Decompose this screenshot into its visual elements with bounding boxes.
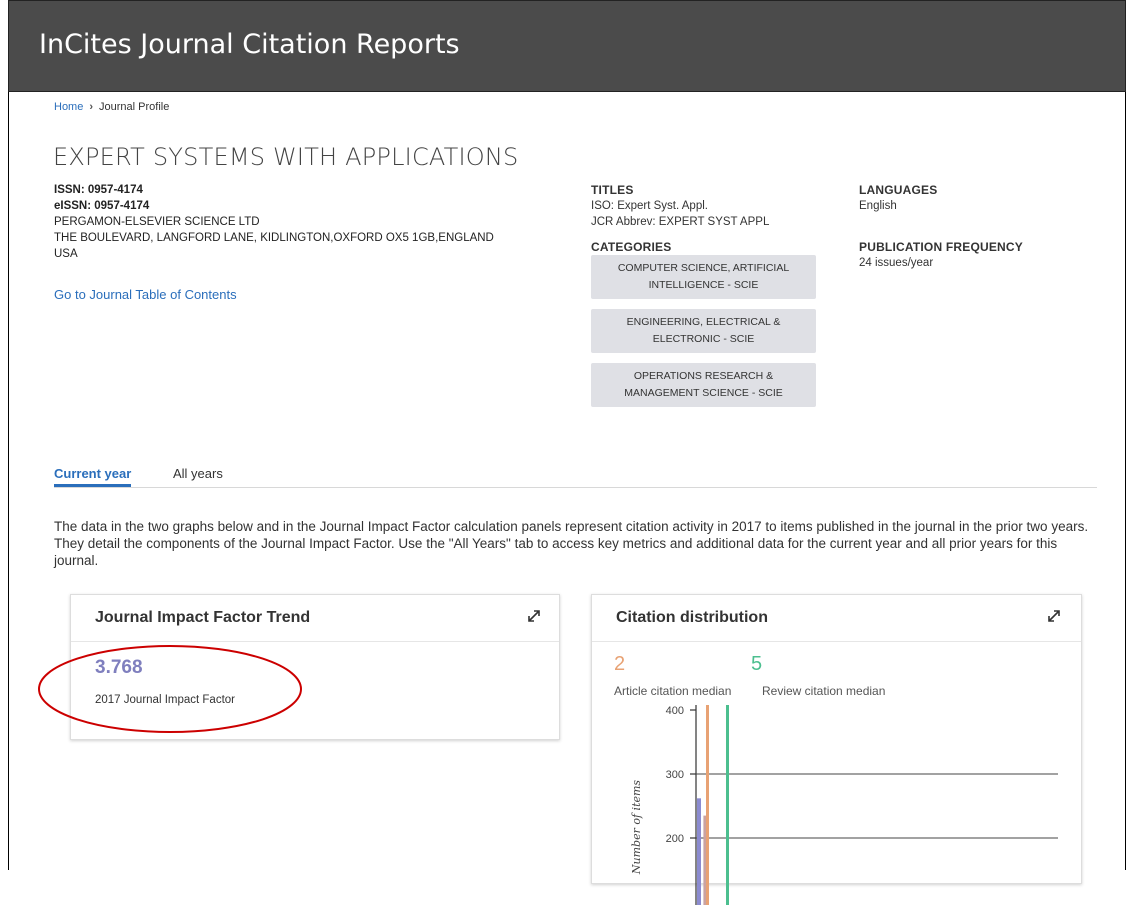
review-median-value: 5 [751, 653, 763, 675]
jcr-abbrev: JCR Abbrev: EXPERT SYST APPL [591, 216, 770, 228]
y-tick-label: 300 [666, 769, 684, 781]
citation-chart: Number of items 400 300 200 [630, 705, 1058, 905]
publisher: PERGAMON-ELSEVIER SCIENCE LTD [54, 216, 260, 228]
journal-toc-link[interactable]: Go to Journal Table of Contents [54, 287, 237, 302]
citation-card-title: Citation distribution [616, 609, 768, 626]
median-line [706, 705, 709, 905]
category-chip[interactable]: OPERATIONS RESEARCH & MANAGEMENT SCIENCE… [591, 363, 816, 407]
bar [697, 798, 701, 905]
app-header: InCites Journal Citation Reports [8, 0, 1126, 92]
citation-card-header: Citation distribution [592, 595, 1081, 642]
categories-heading: CATEGORIES [591, 240, 672, 254]
iso-title: ISO: Expert Syst. Appl. [591, 200, 708, 212]
breadcrumb-current: Journal Profile [99, 101, 170, 113]
tab-all-years[interactable]: All years [173, 466, 223, 481]
publisher-address: THE BOULEVARD, LANGFORD LANE, KIDLINGTON… [54, 232, 494, 244]
y-tick-label: 400 [666, 705, 684, 717]
citation-distribution-card: Citation distribution 2 Article citation… [591, 594, 1082, 905]
article-median-label: Article citation median [614, 684, 732, 698]
y-axis-label: Number of items [630, 780, 643, 876]
tab-current-year[interactable]: Current year [54, 466, 132, 487]
frequency-value: 24 issues/year [859, 257, 934, 269]
breadcrumb: Home › Journal Profile [54, 101, 169, 113]
annotation-ellipse [38, 645, 302, 733]
article-median-value: 2 [614, 653, 626, 675]
expand-icon[interactable] [527, 609, 541, 623]
titles-categories-column: TITLES ISO: Expert Syst. Appl. JCR Abbre… [591, 182, 816, 417]
breadcrumb-separator: › [89, 101, 94, 113]
expand-icon[interactable] [1047, 609, 1061, 623]
year-tabs: Current year All years [54, 466, 1097, 488]
languages-frequency-column: LANGUAGES English PUBLICATION FREQUENCY … [859, 182, 1023, 271]
languages-heading: LANGUAGES [859, 183, 938, 197]
median-line [726, 705, 729, 905]
journal-meta: ISSN: 0957-4174 eISSN: 0957-4174 PERGAMO… [54, 182, 494, 262]
data-description: The data in the two graphs below and in … [54, 519, 1089, 568]
eissn: eISSN: 0957-4174 [54, 200, 150, 212]
breadcrumb-home-link[interactable]: Home [54, 101, 83, 113]
frequency-heading: PUBLICATION FREQUENCY [859, 240, 1023, 254]
publisher-country: USA [54, 248, 78, 260]
jif-card-title: Journal Impact Factor Trend [95, 609, 311, 626]
jif-card-header: Journal Impact Factor Trend [71, 595, 559, 642]
titles-heading: TITLES [591, 183, 634, 197]
journal-title: EXPERT SYSTEMS WITH APPLICATIONS [53, 143, 519, 171]
category-chip[interactable]: ENGINEERING, ELECTRICAL & ELECTRONIC - S… [591, 309, 816, 353]
app-title[interactable]: InCites Journal Citation Reports [39, 29, 460, 60]
review-median-label: Review citation median [762, 684, 886, 698]
y-tick-label: 200 [666, 833, 684, 845]
issn: ISSN: 0957-4174 [54, 184, 143, 196]
languages-value: English [859, 200, 897, 212]
category-chip[interactable]: COMPUTER SCIENCE, ARTIFICIAL INTELLIGENC… [591, 255, 816, 299]
